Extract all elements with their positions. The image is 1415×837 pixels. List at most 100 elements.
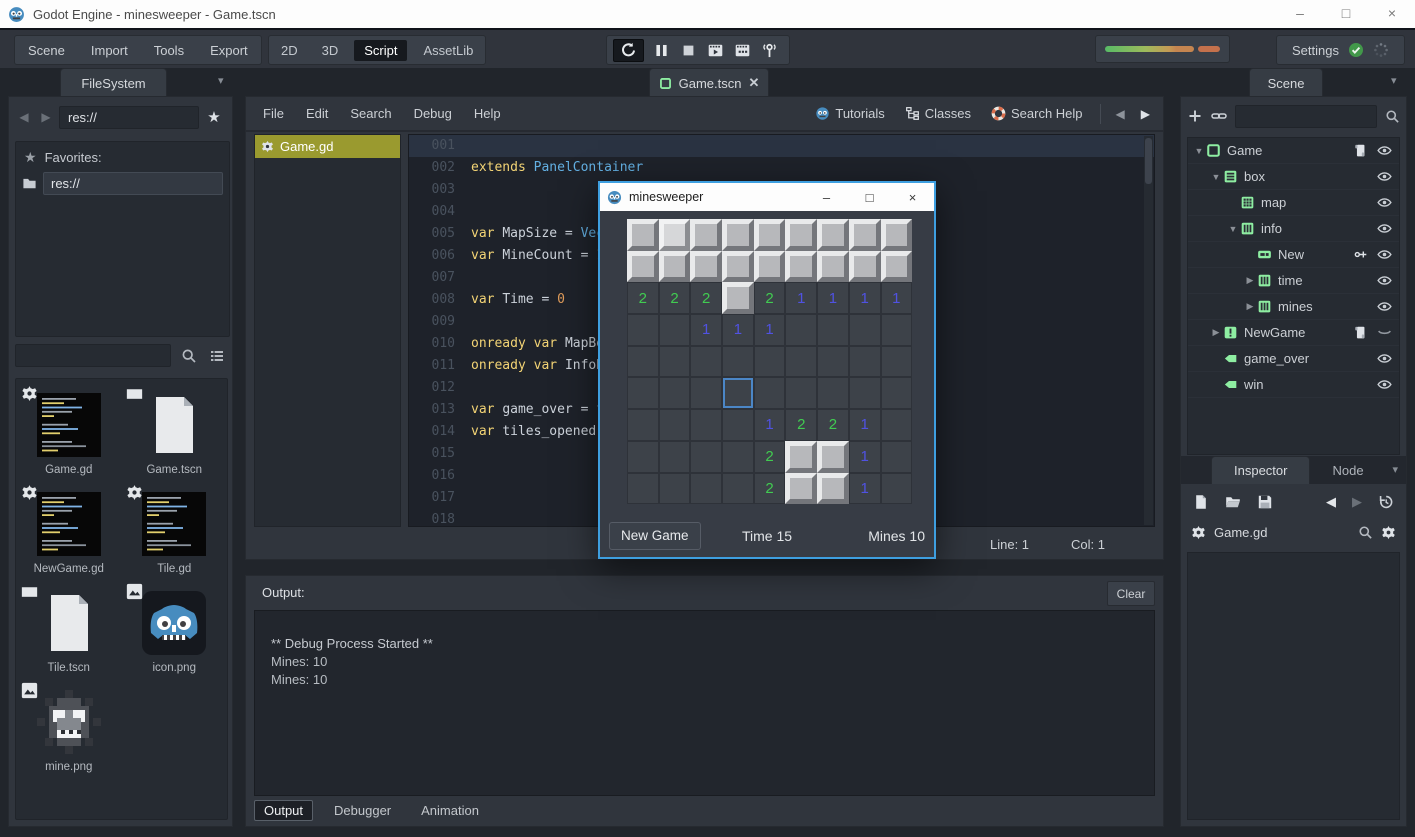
scene-node-win[interactable]: win (1188, 372, 1399, 398)
cell-r6c8[interactable] (881, 409, 913, 441)
code-line-002[interactable]: 002extends PanelContainer (409, 157, 1154, 179)
signal-icon[interactable] (1353, 247, 1368, 262)
cell-r4c0[interactable] (627, 346, 659, 378)
bottom-tab-debugger[interactable]: Debugger (325, 801, 400, 820)
file-item-Game.tscn[interactable]: Game.tscn (122, 393, 228, 476)
expander-open-icon[interactable]: ▼ (1209, 172, 1223, 182)
close-button[interactable]: × (1369, 0, 1415, 26)
help-link-classes[interactable]: Classes (898, 106, 978, 121)
cell-r8c1[interactable] (659, 473, 691, 505)
cell-r5c2[interactable] (690, 377, 722, 409)
fs-search-input[interactable] (15, 344, 171, 367)
cell-r2c0[interactable]: 2 (627, 282, 659, 314)
visibility-icon[interactable] (1377, 169, 1392, 184)
cell-r4c8[interactable] (881, 346, 913, 378)
new-resource-icon[interactable] (1193, 494, 1209, 510)
help-link-tutorials[interactable]: Tutorials (808, 106, 891, 121)
inspector-search-icon[interactable] (1358, 525, 1373, 540)
menu-scene[interactable]: Scene (15, 43, 78, 58)
script-menu-debug[interactable]: Debug (403, 106, 463, 121)
script-history-forward-icon[interactable]: ▶ (1136, 107, 1155, 121)
maximize-button[interactable]: □ (1323, 0, 1369, 26)
script-menu-help[interactable]: Help (463, 106, 512, 121)
tab-scene-dock[interactable]: Scene (1249, 68, 1323, 97)
cell-r7c0[interactable] (627, 441, 659, 473)
cell-r7c4[interactable]: 2 (754, 441, 786, 473)
cell-r3c3[interactable]: 1 (722, 314, 754, 346)
expander-closed-icon[interactable]: ▶ (1243, 301, 1257, 312)
cell-r0c3-unopened[interactable] (722, 219, 754, 251)
scene-node-Game[interactable]: ▼Game (1188, 138, 1399, 164)
expander-open-icon[interactable]: ▼ (1192, 146, 1206, 156)
cell-r2c1[interactable]: 2 (659, 282, 691, 314)
workspace-tab-assetlib[interactable]: AssetLib (411, 43, 485, 58)
history-forward-icon[interactable]: ▶ (1352, 494, 1362, 510)
cell-r8c3[interactable] (722, 473, 754, 505)
expander-closed-icon[interactable]: ▶ (1243, 275, 1257, 286)
cell-r7c2[interactable] (690, 441, 722, 473)
cell-r5c6[interactable] (817, 377, 849, 409)
scene-node-NewGame[interactable]: ▶NewGame (1188, 320, 1399, 346)
settings-button[interactable]: Settings (1276, 35, 1405, 65)
cell-r2c4[interactable]: 2 (754, 282, 786, 314)
clear-button[interactable]: Clear (1107, 581, 1155, 606)
cell-r7c3[interactable] (722, 441, 754, 473)
cell-r1c7-unopened[interactable] (849, 251, 881, 283)
fs-back-button[interactable]: ◀ (15, 106, 33, 128)
cell-r8c5-unopened[interactable] (785, 473, 817, 505)
playback-deploy-button[interactable] (756, 42, 783, 59)
cell-r8c8[interactable] (881, 473, 913, 505)
fs-path-input[interactable]: res:// (59, 106, 199, 129)
cell-r8c4[interactable]: 2 (754, 473, 786, 505)
menu-tools[interactable]: Tools (141, 43, 197, 58)
cell-r1c4-unopened[interactable] (754, 251, 786, 283)
cell-r7c7[interactable]: 1 (849, 441, 881, 473)
script-menu-edit[interactable]: Edit (295, 106, 339, 121)
tab-filesystem[interactable]: FileSystem (60, 68, 167, 97)
cell-r3c7[interactable] (849, 314, 881, 346)
file-item-Game.gd[interactable]: Game.gd (16, 393, 122, 476)
cell-r6c5[interactable]: 2 (785, 409, 817, 441)
cell-r3c2[interactable]: 1 (690, 314, 722, 346)
cell-r0c2-unopened[interactable] (690, 219, 722, 251)
cell-r4c7[interactable] (849, 346, 881, 378)
expander-closed-icon[interactable]: ▶ (1209, 327, 1223, 338)
cell-r4c4[interactable] (754, 346, 786, 378)
visibility-icon[interactable] (1377, 247, 1392, 262)
menu-import[interactable]: Import (78, 43, 141, 58)
script-history-back-icon[interactable]: ◀ (1111, 107, 1130, 121)
playback-movie-custom-button[interactable] (729, 42, 756, 59)
cell-r1c2-unopened[interactable] (690, 251, 722, 283)
renderer-gradient-bar[interactable] (1095, 35, 1230, 63)
cell-r6c1[interactable] (659, 409, 691, 441)
cell-r2c3-unopened[interactable] (722, 282, 754, 314)
cell-r5c4[interactable] (754, 377, 786, 409)
expander-open-icon[interactable]: ▼ (1226, 224, 1240, 234)
search-icon[interactable] (181, 348, 197, 364)
cell-r0c4-unopened[interactable] (754, 219, 786, 251)
tab-scene-file[interactable]: Game.tscn ✕ (649, 68, 769, 97)
cell-r1c5-unopened[interactable] (785, 251, 817, 283)
cell-r0c6-unopened[interactable] (817, 219, 849, 251)
minimize-button[interactable]: – (1277, 0, 1323, 26)
tab-close-icon[interactable]: ✕ (748, 75, 759, 91)
code-scrollbar[interactable] (1144, 136, 1153, 525)
scene-node-New[interactable]: New (1188, 242, 1399, 268)
scene-dock-dropdown-icon[interactable]: ▾ (1391, 74, 1397, 87)
cell-r6c6[interactable]: 2 (817, 409, 849, 441)
cell-r8c6-unopened[interactable] (817, 473, 849, 505)
minesweeper-titlebar[interactable]: minesweeper – □ × (600, 183, 934, 211)
code-scrollbar-thumb[interactable] (1145, 138, 1152, 184)
load-resource-icon[interactable] (1225, 494, 1241, 510)
fs-favorite-item[interactable]: res:// (16, 168, 229, 199)
scene-node-game_over[interactable]: game_over (1188, 346, 1399, 372)
cell-r2c8[interactable]: 1 (881, 282, 913, 314)
cell-r3c8[interactable] (881, 314, 913, 346)
cell-r6c7[interactable]: 1 (849, 409, 881, 441)
script-menu-file[interactable]: File (252, 106, 295, 121)
cell-r5c0[interactable] (627, 377, 659, 409)
workspace-tab-script[interactable]: Script (354, 40, 407, 61)
visibility-icon[interactable] (1377, 221, 1392, 236)
cell-r0c1-unopened[interactable] (659, 219, 691, 251)
file-item-icon.png[interactable]: icon.png (122, 591, 228, 674)
